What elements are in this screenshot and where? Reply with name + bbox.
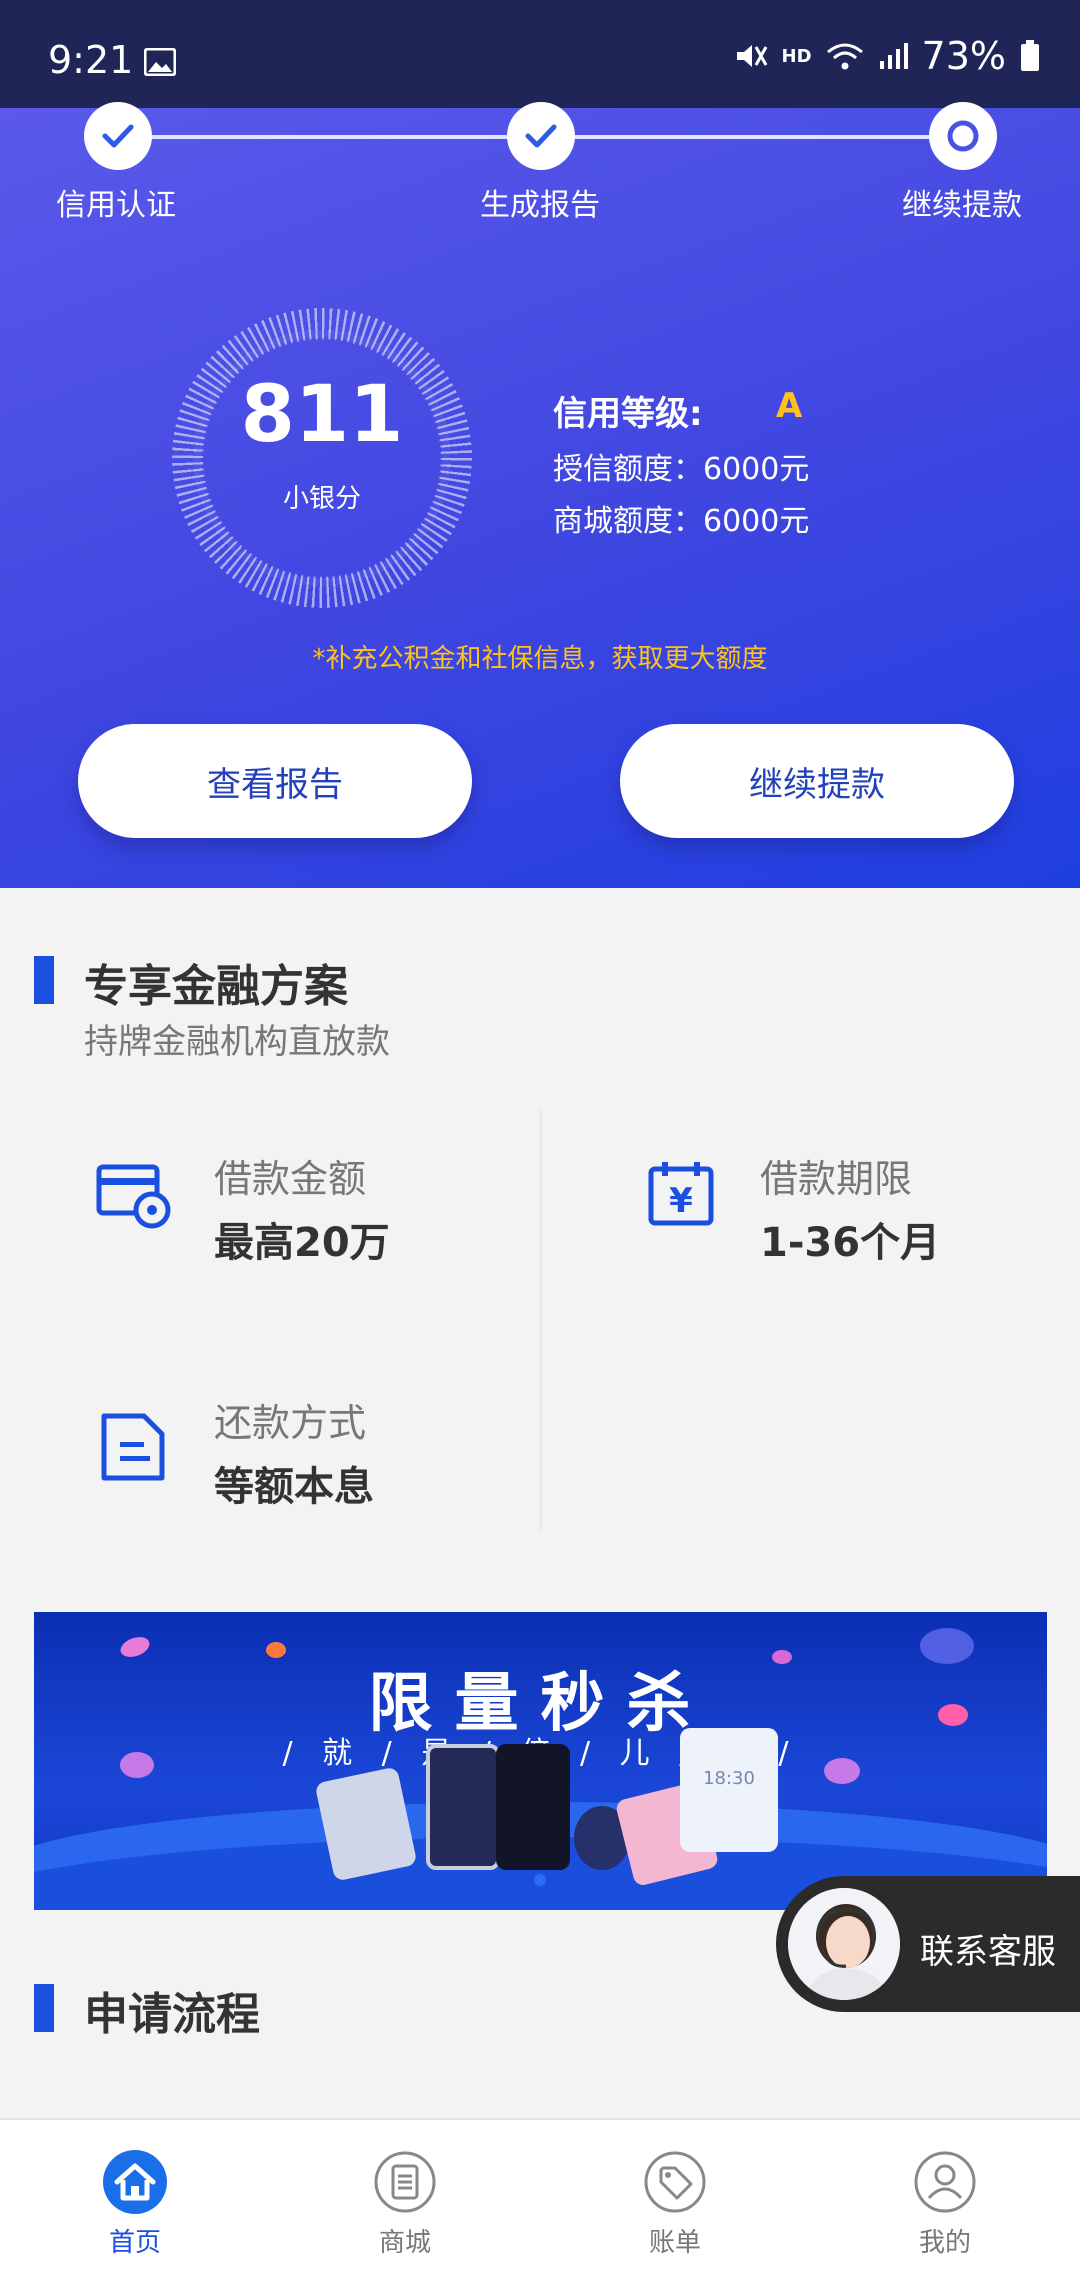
mall-icon [374, 2151, 436, 2213]
nav-home-label: 首页 [108, 2228, 161, 2258]
signal-icon [879, 43, 908, 69]
continue-withdraw-button[interactable]: 继续提款 [620, 724, 1014, 838]
nav-mall-label: 商城 [378, 2228, 431, 2258]
hd-label: HD [781, 45, 812, 67]
check-icon [102, 124, 134, 148]
battery-icon [1021, 40, 1039, 71]
credit-hero: 信用认证 生成报告 继续提款 811 小银分 信用等级: A 授信额度：6000… [0, 102, 1080, 888]
process-section-title: 申请流程 [84, 1989, 260, 2040]
step-label-2: 生成报告 [480, 188, 600, 223]
section-marker [34, 956, 54, 1004]
loan-amount-value: 最高20万 [214, 1220, 390, 1266]
headset-agent-icon [788, 1888, 900, 2000]
credit-score: 811 [240, 370, 404, 460]
document-icon [101, 1413, 165, 1481]
credit-limit: 授信额度：6000元 [553, 452, 810, 487]
view-report-button[interactable]: 查看报告 [78, 724, 472, 838]
step-label-3: 继续提款 [902, 188, 1022, 223]
mall-limit: 商城额度：6000元 [553, 504, 810, 539]
score-unit: 小银分 [282, 484, 361, 514]
nav-home[interactable]: 首页 [0, 2120, 270, 2282]
tag-icon [644, 2151, 706, 2213]
step-label-1: 信用认证 [56, 188, 176, 223]
phone-screen-time: 18:30 [703, 1768, 755, 1789]
nav-bill[interactable]: 账单 [540, 2120, 810, 2282]
nav-bill-label: 账单 [648, 2228, 701, 2258]
gallery-icon [144, 48, 176, 76]
check-icon [525, 124, 557, 148]
user-icon [914, 2151, 976, 2213]
credit-grade: A [776, 386, 803, 426]
bottom-nav: 首页 商城 账单 我的 [0, 2118, 1080, 2282]
phone-image [496, 1744, 570, 1870]
feature-divider [540, 1110, 542, 1530]
loan-amount-label: 借款金额 [214, 1157, 367, 1201]
loan-term-value: 1-36个月 [760, 1220, 941, 1266]
svg-text:¥: ¥ [669, 1181, 693, 1221]
step-2-indicator [507, 102, 575, 170]
card-icon [96, 1164, 171, 1229]
status-time: 9:21 [48, 38, 134, 82]
contact-service-button[interactable]: 联系客服 [776, 1876, 1080, 2012]
section-marker [34, 1984, 54, 2032]
status-bar: 9:21 HD 73% [0, 0, 1080, 108]
status-icons: HD 73% [734, 34, 1040, 78]
mute-icon [736, 45, 767, 67]
nav-mine[interactable]: 我的 [810, 2120, 1080, 2282]
step-1-indicator [84, 102, 152, 170]
current-step-icon [947, 120, 979, 152]
phone-image [426, 1744, 500, 1870]
service-avatar [788, 1888, 900, 2000]
step-line-2 [540, 135, 960, 139]
phone-image: 18:30 [680, 1728, 778, 1852]
home-icon [103, 2150, 167, 2214]
contact-service-label: 联系客服 [920, 1932, 1056, 1972]
finance-section-title: 专享金融方案 [84, 961, 348, 1012]
nav-mall[interactable]: 商城 [270, 2120, 540, 2282]
nav-mine-label: 我的 [918, 2228, 971, 2258]
calendar-yen-icon: ¥ [648, 1162, 714, 1226]
finance-section-subtitle: 持牌金融机构直放款 [84, 1022, 390, 1062]
wifi-icon [826, 43, 863, 70]
step-line-1 [120, 135, 540, 139]
step-3-indicator [929, 102, 997, 170]
battery-percent: 73% [921, 34, 1006, 78]
repayment-method-value: 等额本息 [214, 1464, 374, 1510]
carousel-indicator [534, 1874, 546, 1886]
loan-term-label: 借款期限 [760, 1157, 913, 1201]
repayment-method-label: 还款方式 [214, 1401, 367, 1445]
credit-grade-label: 信用等级: [553, 394, 703, 434]
flash-sale-banner[interactable]: 限量秒杀 / 就 / 是 / 倍 / 儿 / 爽 / 18:30 [34, 1612, 1047, 1910]
supplement-tip[interactable]: *补充公积金和社保信息，获取更大额度 [0, 638, 1080, 675]
